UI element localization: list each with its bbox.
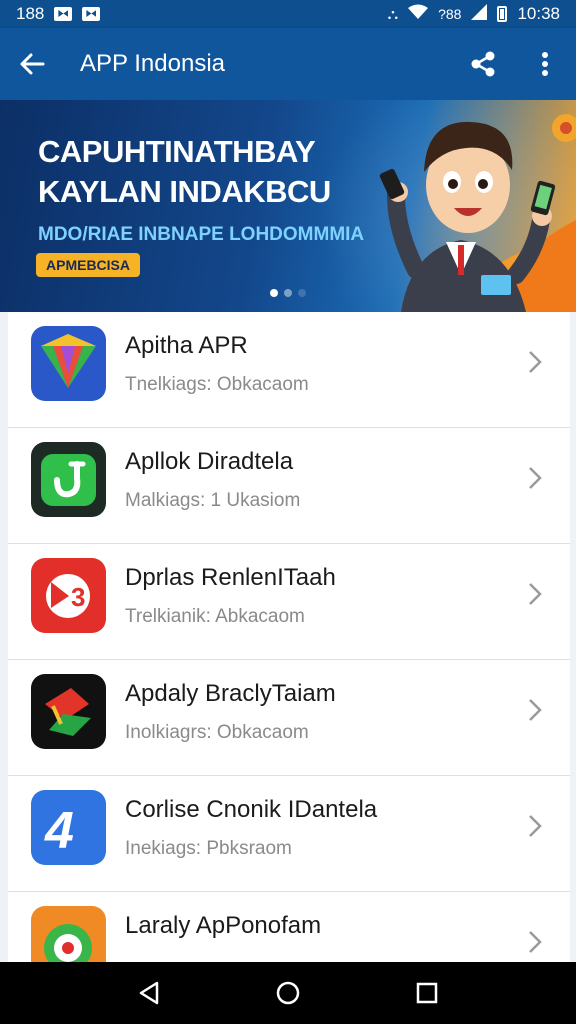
nav-recents-button[interactable] — [405, 971, 449, 1015]
list-item-text: Laraly ApPonofam — [125, 912, 321, 954]
chevron-right-icon — [529, 351, 542, 373]
app-name: Apllok Diradtela — [125, 448, 294, 475]
back-button[interactable] — [0, 28, 64, 100]
list-item[interactable]: 3 Dprlas RenlenITaah Trelkianik: Abkacao… — [8, 544, 570, 660]
chevron-right-icon — [529, 815, 542, 837]
banner-subtitle: MDO/RIAE INBNAPE LOHDOMMMIA — [38, 224, 365, 245]
app-subtitle: Malkiags: 1 Ukasiom — [125, 490, 301, 511]
chevron-right-icon — [529, 931, 542, 953]
system-nav-bar — [0, 962, 576, 1024]
nav-recents-icon — [416, 982, 437, 1004]
share-icon — [471, 51, 495, 77]
chevron-right-icon — [529, 583, 542, 605]
list-item-text: Dprlas RenlenITaah Trelkianik: Abkacaom — [125, 564, 336, 628]
app-name: Apitha APR — [125, 332, 248, 359]
app-name: Dprlas RenlenITaah — [125, 564, 336, 591]
promo-banner[interactable]: CAPUHTINATHBAY KAYLAN INDAKBCU MDO/RIAE … — [0, 100, 576, 312]
app-subtitle: Inekiags: Pbksraom — [125, 838, 292, 859]
list-item[interactable]: 4 Corlise Cnonik IDantela Inekiags: Pbks… — [8, 776, 570, 892]
list-item-text: Apdaly BraclyTaiam Inolkiagrs: Obkacaom — [125, 680, 336, 744]
list-item-text: Apitha APR Tnelkiags: Obkacaom — [125, 332, 309, 396]
back-arrow-icon — [20, 53, 45, 75]
list-item-text: Apllok Diradtela Malkiags: 1 Ukasiom — [125, 448, 300, 512]
banner-tag[interactable]: APMEBCISA — [36, 253, 141, 277]
wifi-icon — [408, 4, 429, 24]
svg-text:4: 4 — [44, 802, 74, 860]
nav-back-button[interactable] — [127, 971, 171, 1015]
share-button[interactable] — [452, 28, 514, 100]
nav-home-icon — [276, 981, 300, 1005]
red-green-app-icon — [31, 674, 106, 749]
notification-icon-2 — [82, 7, 101, 21]
pagination-dot[interactable] — [284, 289, 292, 297]
status-right: ⛬ ?88 10:38 — [387, 3, 560, 25]
battery-icon — [497, 6, 508, 22]
clock: 10:38 — [517, 4, 560, 23]
more-vert-icon — [542, 52, 548, 76]
list-item-text: Corlise Cnonik IDantela Inekiags: Pbksra… — [125, 796, 377, 860]
nav-back-icon — [140, 981, 159, 1005]
list-item[interactable]: Apdaly BraclyTaiam Inolkiagrs: Obkacaom — [8, 660, 570, 776]
red-badge-app-icon: 3 — [31, 558, 106, 633]
app-subtitle: Trelkianik: Abkacaom — [125, 606, 305, 627]
banner-headline-line1: CAPUHTINATHBAY — [38, 134, 316, 169]
app-name: Apdaly BraclyTaiam — [125, 680, 336, 707]
app-name: Laraly ApPonofam — [125, 912, 322, 939]
blue-four-app-icon: 4 — [31, 790, 106, 865]
status-bar: 188 ⛬ ?88 10:38 — [0, 0, 576, 28]
signal-text: ?88 — [438, 6, 462, 22]
mascot-illustration — [379, 114, 576, 312]
app-list: Apitha APR Tnelkiags: Obkacaom Apllok Di… — [8, 312, 570, 962]
signal-icon — [471, 3, 488, 25]
list-item[interactable]: Laraly ApPonofam — [8, 892, 570, 962]
app-name: Corlise Cnonik IDantela — [125, 796, 378, 823]
app-subtitle: Tnelkiags: Obkacaom — [125, 374, 309, 395]
status-left: 188 — [16, 4, 101, 24]
banner-headline: CAPUHTINATHBAY KAYLAN INDAKBCU — [38, 132, 358, 212]
chevron-right-icon — [529, 467, 542, 489]
pagination-dot-active[interactable] — [270, 289, 278, 297]
banner-pagination — [270, 289, 306, 297]
notification-icon — [54, 7, 73, 21]
list-item[interactable]: Apllok Diradtela Malkiags: 1 Ukasiom — [8, 428, 570, 544]
app-bar: APP Indonsia — [0, 28, 576, 100]
page-title: APP Indonsia — [80, 50, 225, 77]
diamond-app-icon — [31, 326, 106, 401]
green-check-app-icon — [31, 442, 106, 517]
more-options-button[interactable] — [514, 28, 576, 100]
list-item[interactable]: Apitha APR Tnelkiags: Obkacaom — [8, 312, 570, 428]
nav-home-button[interactable] — [266, 971, 310, 1015]
app-subtitle: Inolkiagrs: Obkacaom — [125, 722, 309, 743]
svg-text:3: 3 — [71, 582, 85, 612]
vibrate-icon: ⛬ — [387, 5, 399, 23]
status-left-text: 188 — [16, 4, 45, 23]
orange-green-app-icon — [31, 906, 106, 962]
banner-headline-line2: KAYLAN INDAKBCU — [38, 174, 331, 209]
pagination-dot[interactable] — [298, 289, 306, 297]
chevron-right-icon — [529, 699, 542, 721]
